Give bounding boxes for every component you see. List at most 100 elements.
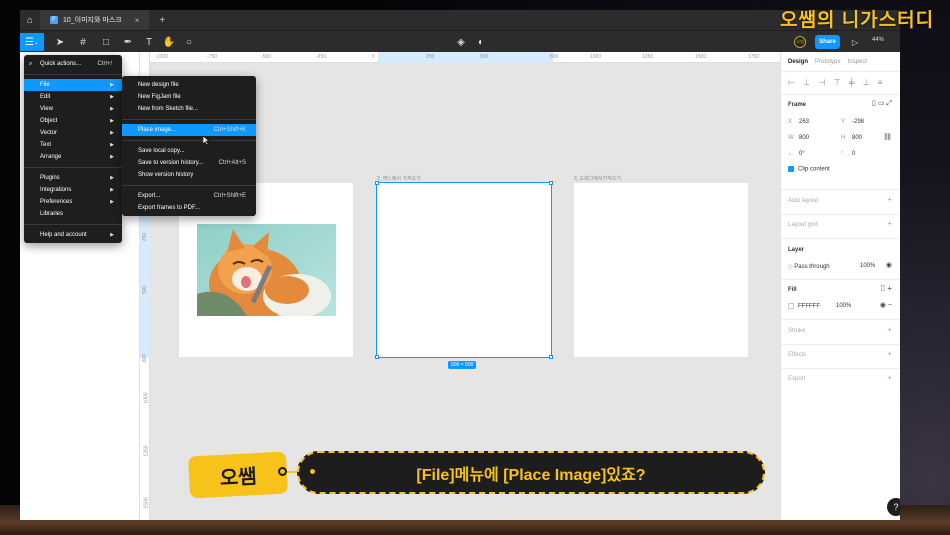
avatar[interactable]: 오쌤	[794, 36, 806, 48]
menu-item-export-frames-pdf[interactable]: Export frames to PDF...	[122, 202, 256, 214]
chevron-right-icon: ▶	[110, 199, 114, 205]
share-button[interactable]: Share	[815, 35, 840, 49]
chevron-right-icon: ▶	[110, 175, 114, 181]
constrain-proportions-icon[interactable]: ⛓	[883, 133, 892, 141]
ruler-tick: 1000	[143, 392, 150, 404]
resize-handle[interactable]	[375, 181, 379, 185]
fill-hex[interactable]: FFFFFF	[798, 304, 820, 310]
add-effect-icon[interactable]: +	[887, 349, 892, 358]
fill-opacity[interactable]: 100%	[836, 303, 851, 309]
menu-item-help-and-account[interactable]: Help and account ▶	[24, 229, 122, 241]
menu-item-file[interactable]: File ▶	[24, 79, 122, 91]
add-stroke-icon[interactable]: +	[887, 325, 892, 334]
y-field[interactable]: -298	[852, 119, 864, 125]
menu-item-new-design-file[interactable]: New design file	[122, 79, 256, 91]
menu-item-vector[interactable]: Vector ▶	[24, 127, 122, 139]
fill-visibility-and-remove-icons[interactable]: ◉ −	[880, 301, 892, 309]
export-title[interactable]: Export	[788, 376, 805, 382]
menu-item-show-version-history[interactable]: Show version history	[122, 169, 256, 181]
menu-item-integrations[interactable]: Integrations ▶	[24, 184, 122, 196]
comment-tool-icon[interactable]: ○	[182, 33, 196, 51]
main-menu: ⌕ Quick actions... Ctrl+/ File ▶ Edit ▶ View…	[24, 55, 122, 243]
fill-row[interactable]: FFFFFF	[788, 303, 820, 310]
effects-title[interactable]: Effects	[788, 352, 806, 358]
resize-handle[interactable]	[375, 355, 379, 359]
menu-item-view[interactable]: View ▶	[24, 103, 122, 115]
frame-tool-icon[interactable]: #	[75, 33, 91, 51]
height-field[interactable]: 800	[852, 135, 862, 141]
x-field[interactable]: 263	[799, 119, 809, 125]
blend-mode-select[interactable]: ◇ Pass through	[788, 263, 830, 270]
add-export-icon[interactable]: +	[887, 373, 892, 382]
add-layout-grid-icon[interactable]: +	[887, 219, 892, 228]
close-icon[interactable]: ×	[135, 16, 140, 25]
menu-item-save-local-copy[interactable]: Save local copy...	[122, 145, 256, 157]
main-menu-button[interactable]: ☰ ⌄	[20, 33, 44, 51]
rotation-field[interactable]: 0°	[799, 151, 805, 157]
chevron-right-icon: ▶	[110, 232, 114, 238]
resize-handle[interactable]	[549, 181, 553, 185]
frame-2-selected[interactable]	[375, 181, 553, 359]
ruler-tick: 250	[426, 54, 435, 60]
add-auto-layout-icon[interactable]: +	[887, 195, 892, 204]
layout-grid-title[interactable]: Layout grid	[788, 222, 818, 228]
frame-section-title[interactable]: Frame	[788, 102, 806, 108]
width-field[interactable]: 800	[799, 135, 809, 141]
layer-opacity[interactable]: 100%	[860, 263, 875, 269]
eye-icon[interactable]: ◉	[886, 261, 892, 269]
auto-layout-title[interactable]: Auto layout	[788, 198, 818, 204]
radius-icon: ⌜	[841, 152, 844, 158]
add-fill-icon[interactable]: ⁞⁞ +	[881, 284, 892, 293]
menu-item-libraries[interactable]: Libraries	[24, 208, 122, 220]
menu-item-new-from-sketch[interactable]: New from Sketch file...	[122, 103, 256, 115]
tab-prototype[interactable]: Prototype	[815, 59, 841, 65]
frame-2-label[interactable]: 2_캐느에서 가져오기	[377, 175, 421, 182]
home-icon[interactable]: ⌂	[20, 10, 40, 30]
resize-handle[interactable]	[549, 355, 553, 359]
contrast-icon[interactable]: ◐	[474, 33, 488, 51]
add-tab-button[interactable]: +	[159, 15, 165, 26]
menu-item-preferences[interactable]: Preferences ▶	[24, 196, 122, 208]
alignment-icons[interactable]: ⊢ ⊥ ⊣ ⊤ ╪ ⊥ ≡	[788, 78, 886, 87]
menu-item-text[interactable]: Text ▶	[24, 139, 122, 151]
zoom-level[interactable]: 44%	[872, 37, 884, 43]
menu-item-new-figjam-file[interactable]: New FigJam file	[122, 91, 256, 103]
section-divider	[781, 94, 900, 95]
shape-tool-icon[interactable]: □	[98, 33, 114, 51]
clip-content-checkbox[interactable]: Clip content	[788, 166, 830, 173]
stroke-title[interactable]: Stroke	[788, 328, 805, 334]
chevron-right-icon: ▶	[110, 94, 114, 100]
menu-item-edit[interactable]: Edit ▶	[24, 91, 122, 103]
menu-item-save-version-history[interactable]: Save to version history... Ctrl+Alt+S	[122, 157, 256, 169]
ruler-tick: 1500	[695, 54, 707, 60]
tab-file-label: 10_이미지와 마스크	[63, 17, 122, 24]
menu-item-label: Text	[40, 142, 52, 148]
menu-item-object[interactable]: Object ▶	[24, 115, 122, 127]
frame-orientation-icons[interactable]: ▯ ▭ ⤢	[872, 99, 892, 108]
tab-file[interactable]: F 10_이미지와 마스크 ×	[40, 10, 150, 30]
help-button[interactable]: ?	[887, 498, 900, 516]
menu-item-place-image[interactable]: Place image... Ctrl+Shift+K	[122, 124, 256, 136]
text-tool-icon[interactable]: T	[142, 33, 156, 51]
hand-tool-icon[interactable]: ✋	[162, 33, 176, 51]
cat-image[interactable]	[197, 224, 336, 316]
tab-inspect[interactable]: Inspect	[848, 59, 867, 65]
tab-design[interactable]: Design	[788, 59, 808, 65]
blend-mode-value: Pass through	[794, 264, 830, 270]
radius-field[interactable]: 0	[852, 151, 855, 157]
shortcut: Ctrl+Shift+K	[213, 127, 246, 133]
components-icon[interactable]: ◈	[454, 33, 468, 51]
frame-3-label[interactable]: 3_드래그에서가져오기	[574, 175, 621, 182]
menu-item-plugins[interactable]: Plugins ▶	[24, 172, 122, 184]
move-tool-icon[interactable]: ➤	[52, 33, 68, 51]
fill-swatch[interactable]	[788, 303, 794, 309]
menu-item-arrange[interactable]: Arrange ▶	[24, 151, 122, 163]
menu-item-quick-actions[interactable]: ⌕ Quick actions... Ctrl+/	[24, 58, 122, 70]
frame-3[interactable]	[574, 183, 748, 357]
channel-watermark: 오쌤의 니가스터디	[780, 10, 935, 31]
properties-tabs: Design Prototype Inspect	[781, 52, 900, 72]
present-icon[interactable]: ▷	[848, 33, 862, 51]
menu-item-export[interactable]: Export... Ctrl+Shift+E	[122, 190, 256, 202]
menu-item-label: Quick actions...	[40, 61, 82, 67]
pen-tool-icon[interactable]: ✒	[120, 33, 136, 51]
